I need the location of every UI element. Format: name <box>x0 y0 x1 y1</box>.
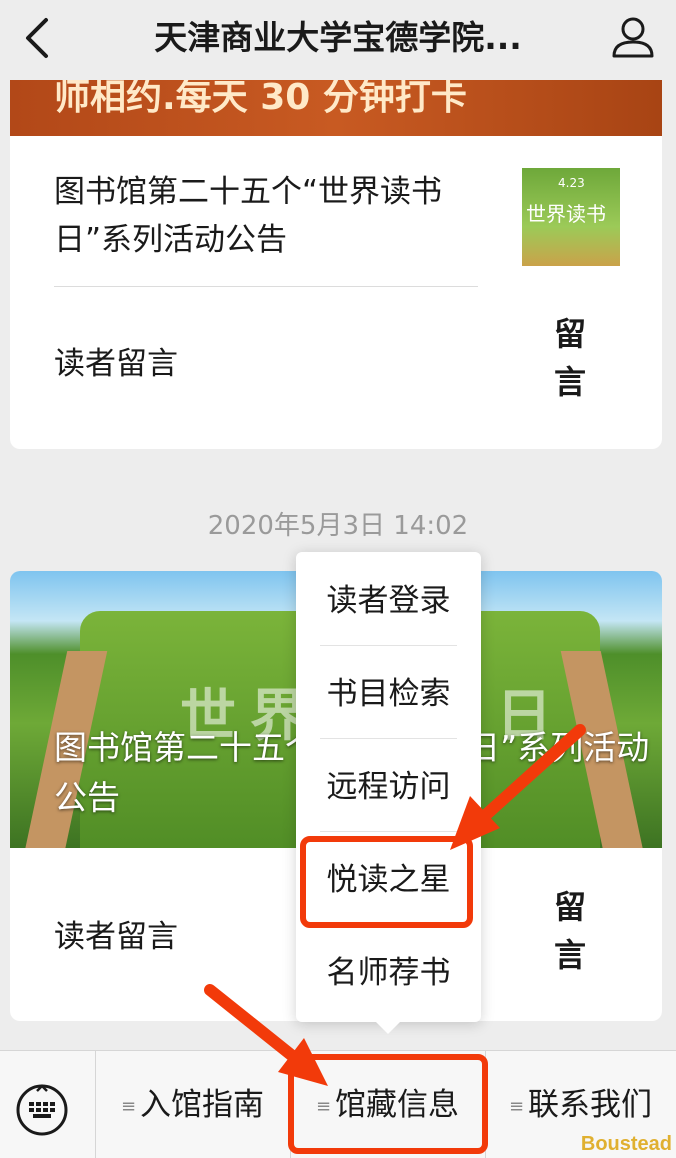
menu-divider <box>320 738 457 739</box>
page-title: 天津商业大学宝德学院... <box>154 18 522 57</box>
message-icon-char[interactable]: 留 <box>545 883 595 931</box>
article-title[interactable]: 图书馆第二十五个“世界读书日”系列活动公告 <box>54 168 474 264</box>
menu-lines-icon: ≡ <box>508 1095 525 1117</box>
reader-message-label[interactable]: 读者留言 <box>54 911 178 956</box>
menu-item-teacher-recommend[interactable]: 名师荐书 <box>296 927 481 1020</box>
highlight-box-reading-star <box>300 836 473 928</box>
article-thumbnail[interactable]: 4.23 世界读书 <box>522 168 620 266</box>
menu-lines-icon: ≡ <box>120 1095 137 1117</box>
watermark: Boustead <box>580 1133 672 1155</box>
article-card[interactable]: 师相约.每天 30 分钟打卡 图书馆第二十五个“世界读书日”系列活动公告 4.2… <box>10 60 662 449</box>
thumbnail-date: 4.23 <box>558 176 585 190</box>
user-profile-icon[interactable] <box>608 12 658 62</box>
message-icon-char[interactable]: 留 <box>545 310 595 358</box>
tab-library-guide[interactable]: ≡ 入馆指南 <box>95 1051 290 1158</box>
message-icon-char[interactable]: 言 <box>545 931 595 979</box>
message-icon-char[interactable]: 言 <box>545 358 595 406</box>
menu-item-catalog-search[interactable]: 书目检索 <box>296 648 481 741</box>
message-timestamp: 2020年5月3日 14:02 <box>207 511 469 541</box>
highlight-box-collection-tab <box>288 1054 488 1154</box>
divider <box>54 286 478 287</box>
keyboard-icon[interactable] <box>15 1083 69 1137</box>
thumbnail-text: 世界读书 <box>526 202 606 226</box>
reader-message-label[interactable]: 读者留言 <box>54 338 178 383</box>
menu-divider <box>320 831 457 832</box>
navigation-bar: 天津商业大学宝德学院... <box>0 0 676 80</box>
back-icon[interactable] <box>18 14 58 62</box>
menu-divider <box>320 645 457 646</box>
submenu-popup: 读者登录 书目检索 远程访问 悦读之星 名师荐书 <box>296 552 481 1034</box>
tab-label: 联系我们 <box>528 1087 653 1123</box>
menu-item-reader-login[interactable]: 读者登录 <box>296 555 481 648</box>
tab-label: 入馆指南 <box>140 1087 265 1123</box>
menu-item-remote-access[interactable]: 远程访问 <box>296 741 481 834</box>
